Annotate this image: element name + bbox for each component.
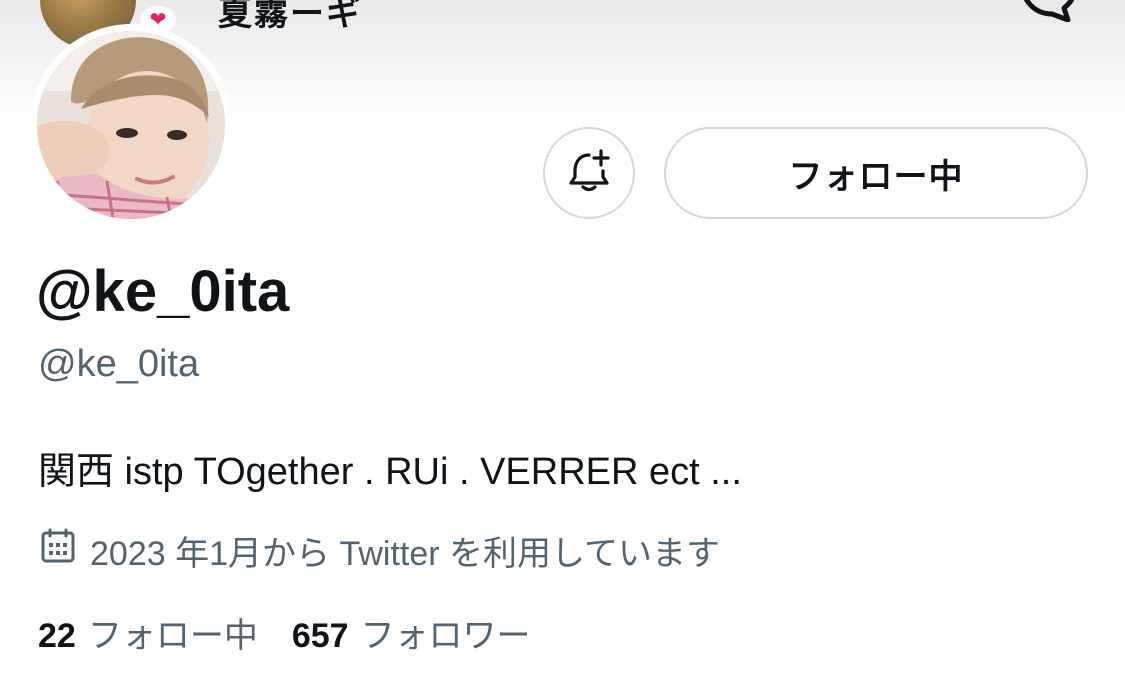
profile-page: ❤ 夏霧ーギ フォロー中 @ke_0ita @ke_0ita 関西 istp T… [0, 0, 1125, 699]
user-handle: @ke_0ita [38, 343, 200, 385]
join-date: 2023 年1月から Twitter を利用しています [40, 526, 720, 575]
header-name: 夏霧ーギ [218, 0, 362, 33]
followers-count: 657 [291, 617, 349, 655]
follow-stats: 22 フォロー中 657 フォロワー [38, 608, 565, 657]
display-name: @ke_0ita [36, 259, 290, 324]
following-button[interactable]: フォロー中 [664, 127, 1088, 219]
message-icon[interactable] [1016, 0, 1080, 23]
profile-bio: 関西 istp TOgether . RUi . VERRER ect ... [38, 451, 742, 493]
followers-stat[interactable]: 657 フォロワー [292, 608, 531, 657]
notify-button[interactable] [543, 127, 635, 219]
calendar-icon [40, 528, 90, 573]
followers-label: フォロワー [360, 617, 531, 655]
avatar[interactable] [37, 31, 225, 219]
join-date-text: 2023 年1月から Twitter を利用しています [90, 535, 720, 573]
following-count: 22 [38, 617, 76, 655]
following-stat[interactable]: 22 フォロー中 [38, 608, 258, 657]
following-label: フォロー中 [87, 617, 258, 655]
bell-plus-icon [565, 147, 613, 200]
